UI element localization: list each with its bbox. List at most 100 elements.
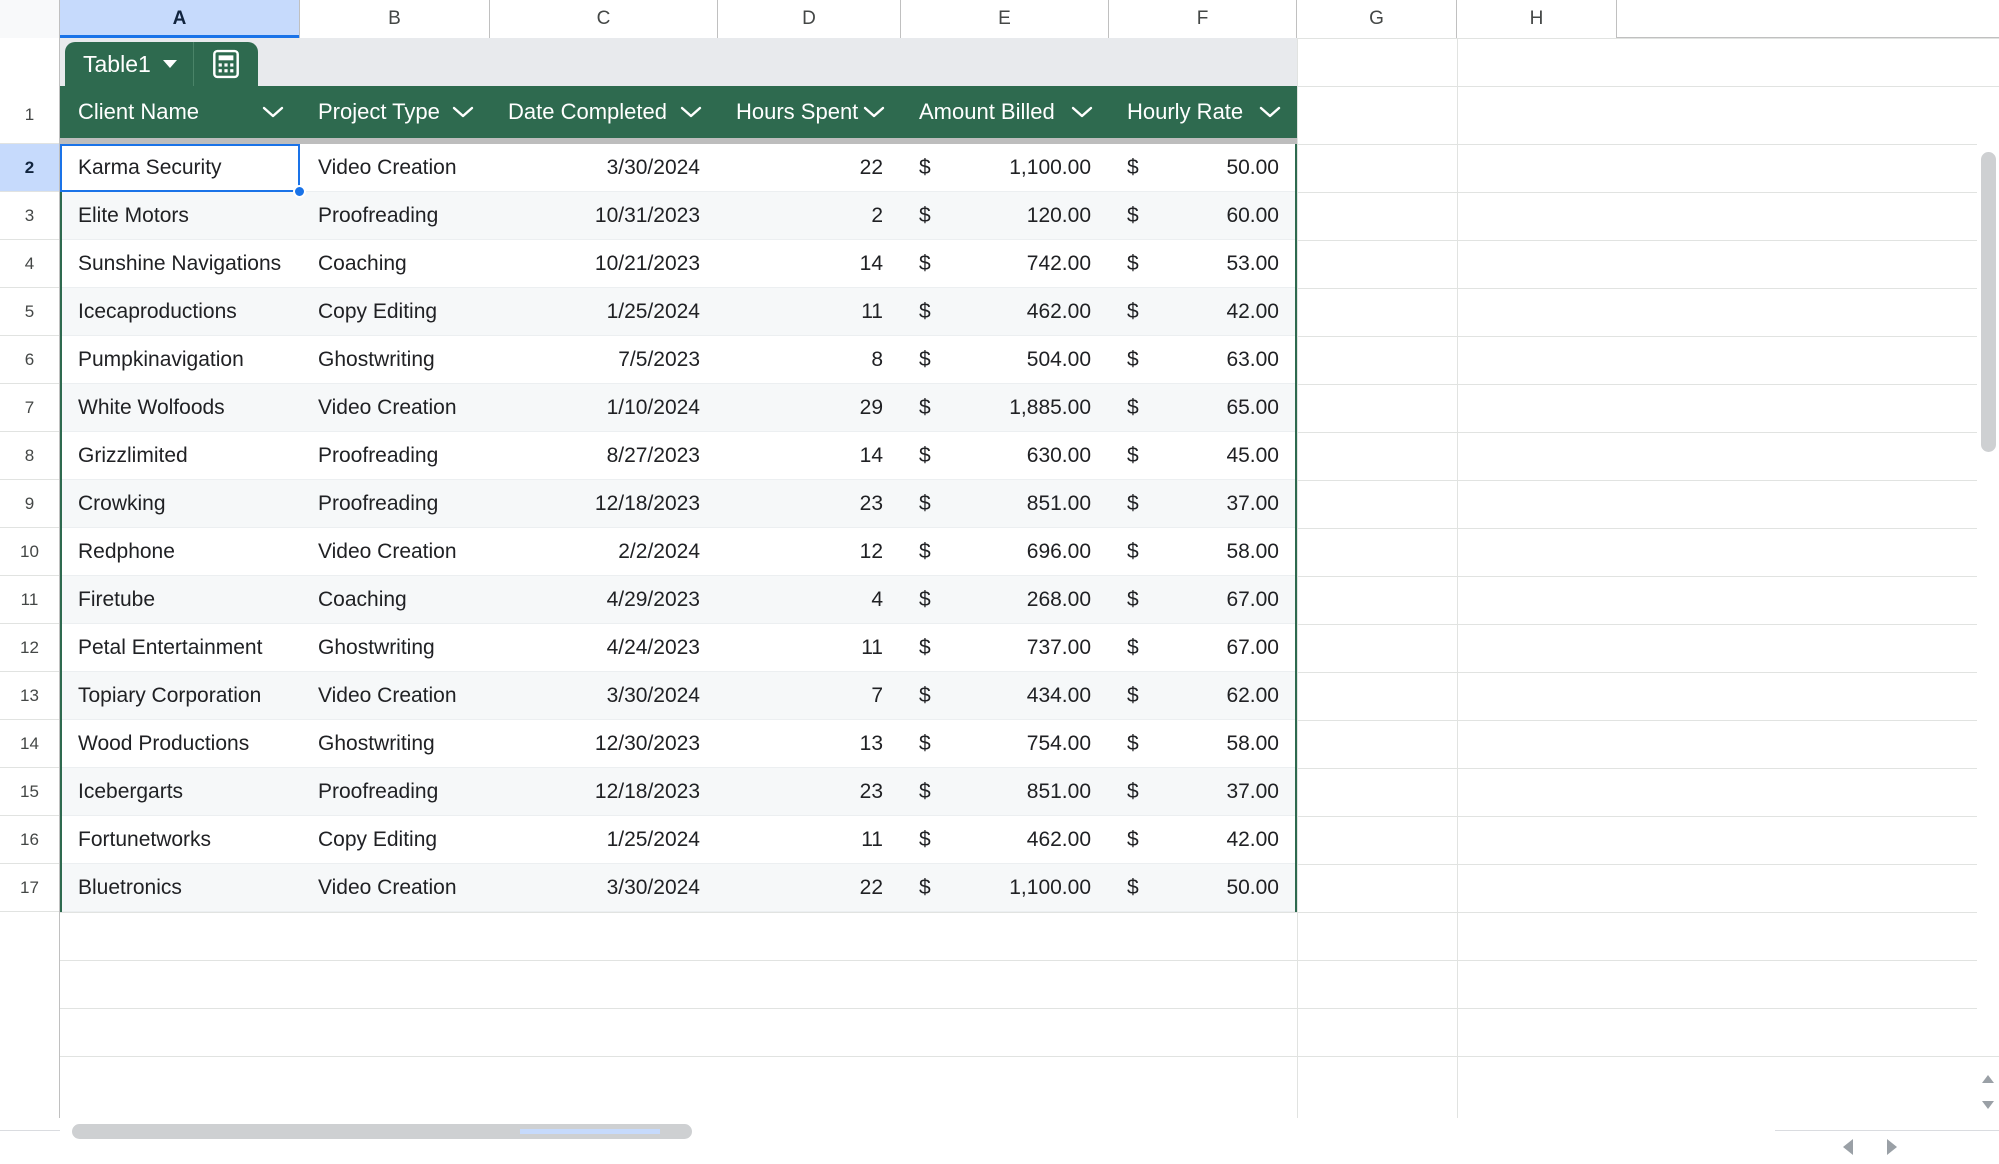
cell-hours-spent[interactable]: 14 (718, 240, 901, 288)
table-row[interactable]: Karma Security Video Creation 3/30/2024 22 $… (60, 144, 1297, 192)
cell-client-name[interactable]: Firetube (60, 576, 300, 624)
cell-hourly-rate[interactable]: $45.00 (1109, 432, 1297, 480)
cell-date-completed[interactable]: 3/30/2024 (490, 672, 718, 720)
row-header-8[interactable]: 8 (0, 432, 59, 480)
cell-client-name[interactable]: Icebergarts (60, 768, 300, 816)
row-header-13[interactable]: 13 (0, 672, 59, 720)
vertical-scrollbar-thumb[interactable] (1981, 152, 1996, 452)
row-header-17[interactable]: 17 (0, 864, 59, 912)
table-column-header-client-name[interactable]: Client Name (60, 86, 300, 138)
cell-amount-billed[interactable]: $630.00 (901, 432, 1109, 480)
cell-project-type[interactable]: Video Creation (300, 384, 490, 432)
table-row[interactable]: Icebergarts Proofreading 12/18/2023 23 $851.… (60, 768, 1297, 816)
chevron-down-icon[interactable] (1259, 99, 1281, 125)
row-header-4[interactable]: 4 (0, 240, 59, 288)
cell-amount-billed[interactable]: $504.00 (901, 336, 1109, 384)
chevron-down-icon[interactable] (863, 99, 885, 125)
cell-amount-billed[interactable]: $1,100.00 (901, 864, 1109, 912)
cell-hourly-rate[interactable]: $42.00 (1109, 288, 1297, 336)
cell-hourly-rate[interactable]: $50.00 (1109, 144, 1297, 192)
cell-amount-billed[interactable]: $851.00 (901, 480, 1109, 528)
cell-client-name[interactable]: Grizzlimited (60, 432, 300, 480)
cell-project-type[interactable]: Video Creation (300, 144, 490, 192)
cell-date-completed[interactable]: 2/2/2024 (490, 528, 718, 576)
cell-date-completed[interactable]: 3/30/2024 (490, 864, 718, 912)
cell-date-completed[interactable]: 7/5/2023 (490, 336, 718, 384)
cell-amount-billed[interactable]: $462.00 (901, 288, 1109, 336)
chevron-down-icon[interactable] (680, 99, 702, 125)
cell-date-completed[interactable]: 12/30/2023 (490, 720, 718, 768)
table-tab-chip[interactable]: Table1 (65, 42, 258, 86)
cell-date-completed[interactable]: 1/25/2024 (490, 288, 718, 336)
cell-hourly-rate[interactable]: $63.00 (1109, 336, 1297, 384)
cell-hours-spent[interactable]: 11 (718, 624, 901, 672)
table-row[interactable]: Topiary Corporation Video Creation 3/30/20… (60, 672, 1297, 720)
table-column-header-project-type[interactable]: Project Type (300, 86, 490, 138)
cell-amount-billed[interactable]: $696.00 (901, 528, 1109, 576)
table-column-header-amount-billed[interactable]: Amount Billed (901, 86, 1109, 138)
chevron-down-icon[interactable] (262, 99, 284, 125)
cell-project-type[interactable]: Ghostwriting (300, 336, 490, 384)
table-column-header-date-completed[interactable]: Date Completed (490, 86, 718, 138)
cell-hourly-rate[interactable]: $58.00 (1109, 528, 1297, 576)
cell-hourly-rate[interactable]: $67.00 (1109, 624, 1297, 672)
cell-amount-billed[interactable]: $754.00 (901, 720, 1109, 768)
cell-hourly-rate[interactable]: $65.00 (1109, 384, 1297, 432)
chevron-down-icon[interactable] (1071, 99, 1093, 125)
cell-project-type[interactable]: Video Creation (300, 864, 490, 912)
cell-date-completed[interactable]: 4/24/2023 (490, 624, 718, 672)
cell-project-type[interactable]: Coaching (300, 576, 490, 624)
cell-date-completed[interactable]: 3/30/2024 (490, 144, 718, 192)
cell-hours-spent[interactable]: 29 (718, 384, 901, 432)
column-header-a[interactable]: A (60, 0, 300, 38)
column-header-g[interactable]: G (1297, 0, 1457, 38)
cell-hours-spent[interactable]: 8 (718, 336, 901, 384)
row-header-11[interactable]: 11 (0, 576, 59, 624)
cell-amount-billed[interactable]: $434.00 (901, 672, 1109, 720)
cell-date-completed[interactable]: 8/27/2023 (490, 432, 718, 480)
row-header-12[interactable]: 12 (0, 624, 59, 672)
cell-client-name[interactable]: Fortunetworks (60, 816, 300, 864)
table-row[interactable]: Elite Motors Proofreading 10/31/2023 2 $120.… (60, 192, 1297, 240)
table-row[interactable]: Icecaproductions Copy Editing 1/25/2024 11 $… (60, 288, 1297, 336)
cell-project-type[interactable]: Proofreading (300, 768, 490, 816)
cell-hours-spent[interactable]: 2 (718, 192, 901, 240)
cell-hours-spent[interactable]: 7 (718, 672, 901, 720)
cell-project-type[interactable]: Ghostwriting (300, 720, 490, 768)
column-header-c[interactable]: C (490, 0, 718, 38)
table-row[interactable]: Firetube Coaching 4/29/2023 4 $268.00 $67.00 (60, 576, 1297, 624)
table-row[interactable]: Grizzlimited Proofreading 8/27/2023 14 $630.… (60, 432, 1297, 480)
table-column-header-hours-spent[interactable]: Hours Spent (718, 86, 901, 138)
cell-date-completed[interactable]: 10/21/2023 (490, 240, 718, 288)
cell-hourly-rate[interactable]: $60.00 (1109, 192, 1297, 240)
cell-amount-billed[interactable]: $742.00 (901, 240, 1109, 288)
table-row[interactable]: Bluetronics Video Creation 3/30/2024 22 $1,1… (60, 864, 1297, 912)
row-header-2[interactable]: 2 (0, 144, 59, 192)
cell-hourly-rate[interactable]: $58.00 (1109, 720, 1297, 768)
table-row[interactable]: Redphone Video Creation 2/2/2024 12 $696.00 $… (60, 528, 1297, 576)
row-header-6[interactable]: 6 (0, 336, 59, 384)
row-header-15[interactable]: 15 (0, 768, 59, 816)
cell-hourly-rate[interactable]: $50.00 (1109, 864, 1297, 912)
cell-amount-billed[interactable]: $1,885.00 (901, 384, 1109, 432)
cell-client-name[interactable]: Wood Productions (60, 720, 300, 768)
cell-date-completed[interactable]: 1/25/2024 (490, 816, 718, 864)
table-row[interactable]: Crowking Proofreading 12/18/2023 23 $851.00 $… (60, 480, 1297, 528)
cell-amount-billed[interactable]: $462.00 (901, 816, 1109, 864)
table-row[interactable]: Pumpkinavigation Ghostwriting 7/5/2023 8 $50… (60, 336, 1297, 384)
cell-client-name[interactable]: Sunshine Navigations (60, 240, 300, 288)
row-header-7[interactable]: 7 (0, 384, 59, 432)
cell-hours-spent[interactable]: 4 (718, 576, 901, 624)
select-all-corner[interactable] (0, 0, 60, 38)
cell-hours-spent[interactable]: 11 (718, 816, 901, 864)
table-row[interactable]: Petal Entertainment Ghostwriting 4/24/2023… (60, 624, 1297, 672)
cell-client-name[interactable]: Icecaproductions (60, 288, 300, 336)
cell-client-name[interactable]: Crowking (60, 480, 300, 528)
cell-project-type[interactable]: Proofreading (300, 432, 490, 480)
triangle-left-icon[interactable] (1843, 1139, 1853, 1155)
cell-client-name[interactable]: White Wolfoods (60, 384, 300, 432)
row-header-16[interactable]: 16 (0, 816, 59, 864)
cell-amount-billed[interactable]: $1,100.00 (901, 144, 1109, 192)
cell-project-type[interactable]: Proofreading (300, 192, 490, 240)
chevron-down-icon[interactable] (162, 60, 177, 68)
